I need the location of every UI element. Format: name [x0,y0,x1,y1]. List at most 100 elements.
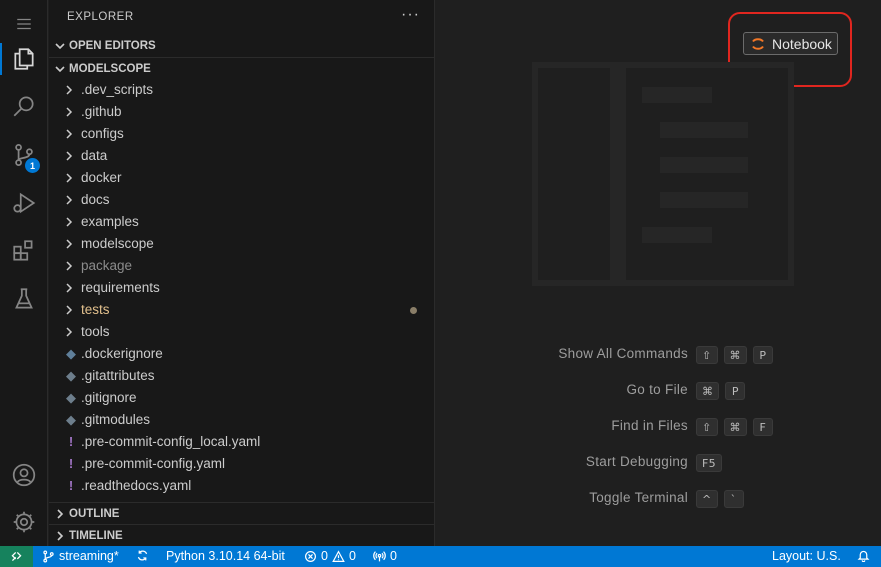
editor-area: Notebook Show All Commands ⇧ ⌘ P Go to F… [436,0,881,546]
file-pre-commit-config-local[interactable]: ! .pre-commit-config_local.yaml [49,431,435,453]
open-editors-section[interactable]: OPEN EDITORS [49,35,435,57]
run-debug-icon [13,192,36,214]
command-find-in-files[interactable]: Find in Files ⇧ ⌘ F [436,418,881,438]
vscode-watermark-icon [532,62,794,286]
shortcut-key: ⌘ [723,346,747,364]
folder-dev-scripts[interactable]: .dev_scripts [49,79,435,101]
chevron-right-icon [66,195,73,205]
yaml-icon: ! [68,478,74,493]
command-label: Start Debugging [585,454,688,469]
folder-requirements[interactable]: requirements [49,277,435,299]
command-label: Find in Files [611,418,688,433]
ports-indicator[interactable]: 0 [373,549,397,563]
file-label: .readthedocs.yaml [81,478,192,493]
status-bar: streaming* Python 3.10.14 64-bit 0 0 0 L… [0,546,881,567]
timeline-section[interactable]: TIMELINE [49,524,435,546]
sync-button[interactable] [136,549,149,562]
file-label: .pre-commit-config_local.yaml [81,434,261,449]
folder-label: docs [81,192,110,207]
problems-indicator[interactable]: 0 0 [304,549,356,563]
chevron-down-icon [55,65,65,72]
open-editors-label: OPEN EDITORS [69,40,156,52]
explorer-view-button[interactable] [0,35,48,83]
modelscope-section[interactable]: MODELSCOPE [49,57,435,79]
flask-icon [15,288,33,309]
broadcast-icon [373,550,386,561]
folder-modelscope[interactable]: modelscope [49,233,435,255]
shortcut-key: ^ [696,490,718,508]
source-control-badge: 1 [25,158,40,173]
notebook-button[interactable]: Notebook [743,32,838,55]
shortcut-key: ⌘ [723,418,747,436]
file-label: .pre-commit-config.yaml [81,456,226,471]
folder-label: package [81,258,133,273]
manage-button[interactable] [0,498,48,546]
outline-section[interactable]: OUTLINE [49,502,435,524]
jupyter-icon [752,37,764,50]
file-label: .gitignore [81,390,137,405]
command-label: Show All Commands [558,346,688,361]
file-gitignore[interactable]: ◆ .gitignore [49,387,435,409]
branch-indicator[interactable]: streaming* [42,549,119,563]
command-show-all[interactable]: Show All Commands ⇧ ⌘ P [436,346,881,366]
python-interpreter[interactable]: Python 3.10.14 64-bit [166,549,285,563]
chevron-right-icon [66,173,73,183]
notifications-button[interactable] [857,549,870,562]
shortcut-key: ⌘ [696,382,720,400]
notebook-label: Notebook [772,35,832,52]
search-view-button[interactable] [0,82,48,130]
extensions-view-button[interactable] [0,227,48,275]
sidebar-title: EXPLORER [67,11,134,23]
run-debug-view-button[interactable] [0,179,48,227]
git-icon: ◆ [66,412,76,427]
folder-data[interactable]: data [49,145,435,167]
folder-label: requirements [81,280,160,295]
folder-tests[interactable]: tests [49,299,435,321]
remote-indicator-button[interactable] [0,546,33,567]
accounts-button[interactable] [0,451,48,499]
folder-label: tests [81,302,110,317]
folder-label: .github [81,104,122,119]
folder-docker[interactable]: docker [49,167,435,189]
testing-view-button[interactable] [0,275,48,323]
folder-examples[interactable]: examples [49,211,435,233]
folder-label: docker [81,170,122,185]
folder-label: examples [81,214,139,229]
file-pre-commit-config[interactable]: ! .pre-commit-config.yaml [49,453,435,475]
yaml-icon: ! [68,434,74,449]
folder-docs[interactable]: docs [49,189,435,211]
more-actions-button[interactable]: ··· [401,6,420,24]
keyboard-layout[interactable]: Layout: U.S. [772,549,841,563]
chevron-right-icon [66,151,73,161]
chevron-right-icon [66,327,73,337]
shortcut-key: P [725,382,746,400]
chevron-down-icon [55,43,65,50]
folder-tools[interactable]: tools [49,321,435,343]
file-gitattributes[interactable]: ◆ .gitattributes [49,365,435,387]
command-start-debugging[interactable]: Start Debugging F5 [436,454,881,474]
error-count: 0 [321,549,328,563]
chevron-right-icon [66,239,73,249]
command-toggle-terminal[interactable]: Toggle Terminal ^ ` [436,490,881,510]
shortcut-key: ⇧ [696,346,718,364]
folder-package[interactable]: package [49,255,435,277]
git-icon: ◆ [66,390,76,405]
python-version: Python 3.10.14 64-bit [166,549,285,563]
shortcut-key: P [752,346,773,364]
folder-label: tools [81,324,110,339]
file-readthedocs[interactable]: ! .readthedocs.yaml [49,475,435,497]
folder-configs[interactable]: configs [49,123,435,145]
file-dockerignore[interactable]: ◆ .dockerignore [49,343,435,365]
source-control-view-button[interactable]: 1 [0,131,48,179]
bell-icon [857,550,870,562]
layout-label: Layout: U.S. [772,549,841,563]
shortcut-key: ` [723,490,744,508]
sync-icon [137,550,148,561]
command-go-to-file[interactable]: Go to File ⌘ P [436,382,881,402]
folder-github[interactable]: .github [49,101,435,123]
folder-label: .dev_scripts [81,82,154,97]
gear-icon [13,511,35,533]
file-label: .gitattributes [81,368,155,383]
file-gitmodules[interactable]: ◆ .gitmodules [49,409,435,431]
chevron-right-icon [66,107,73,117]
